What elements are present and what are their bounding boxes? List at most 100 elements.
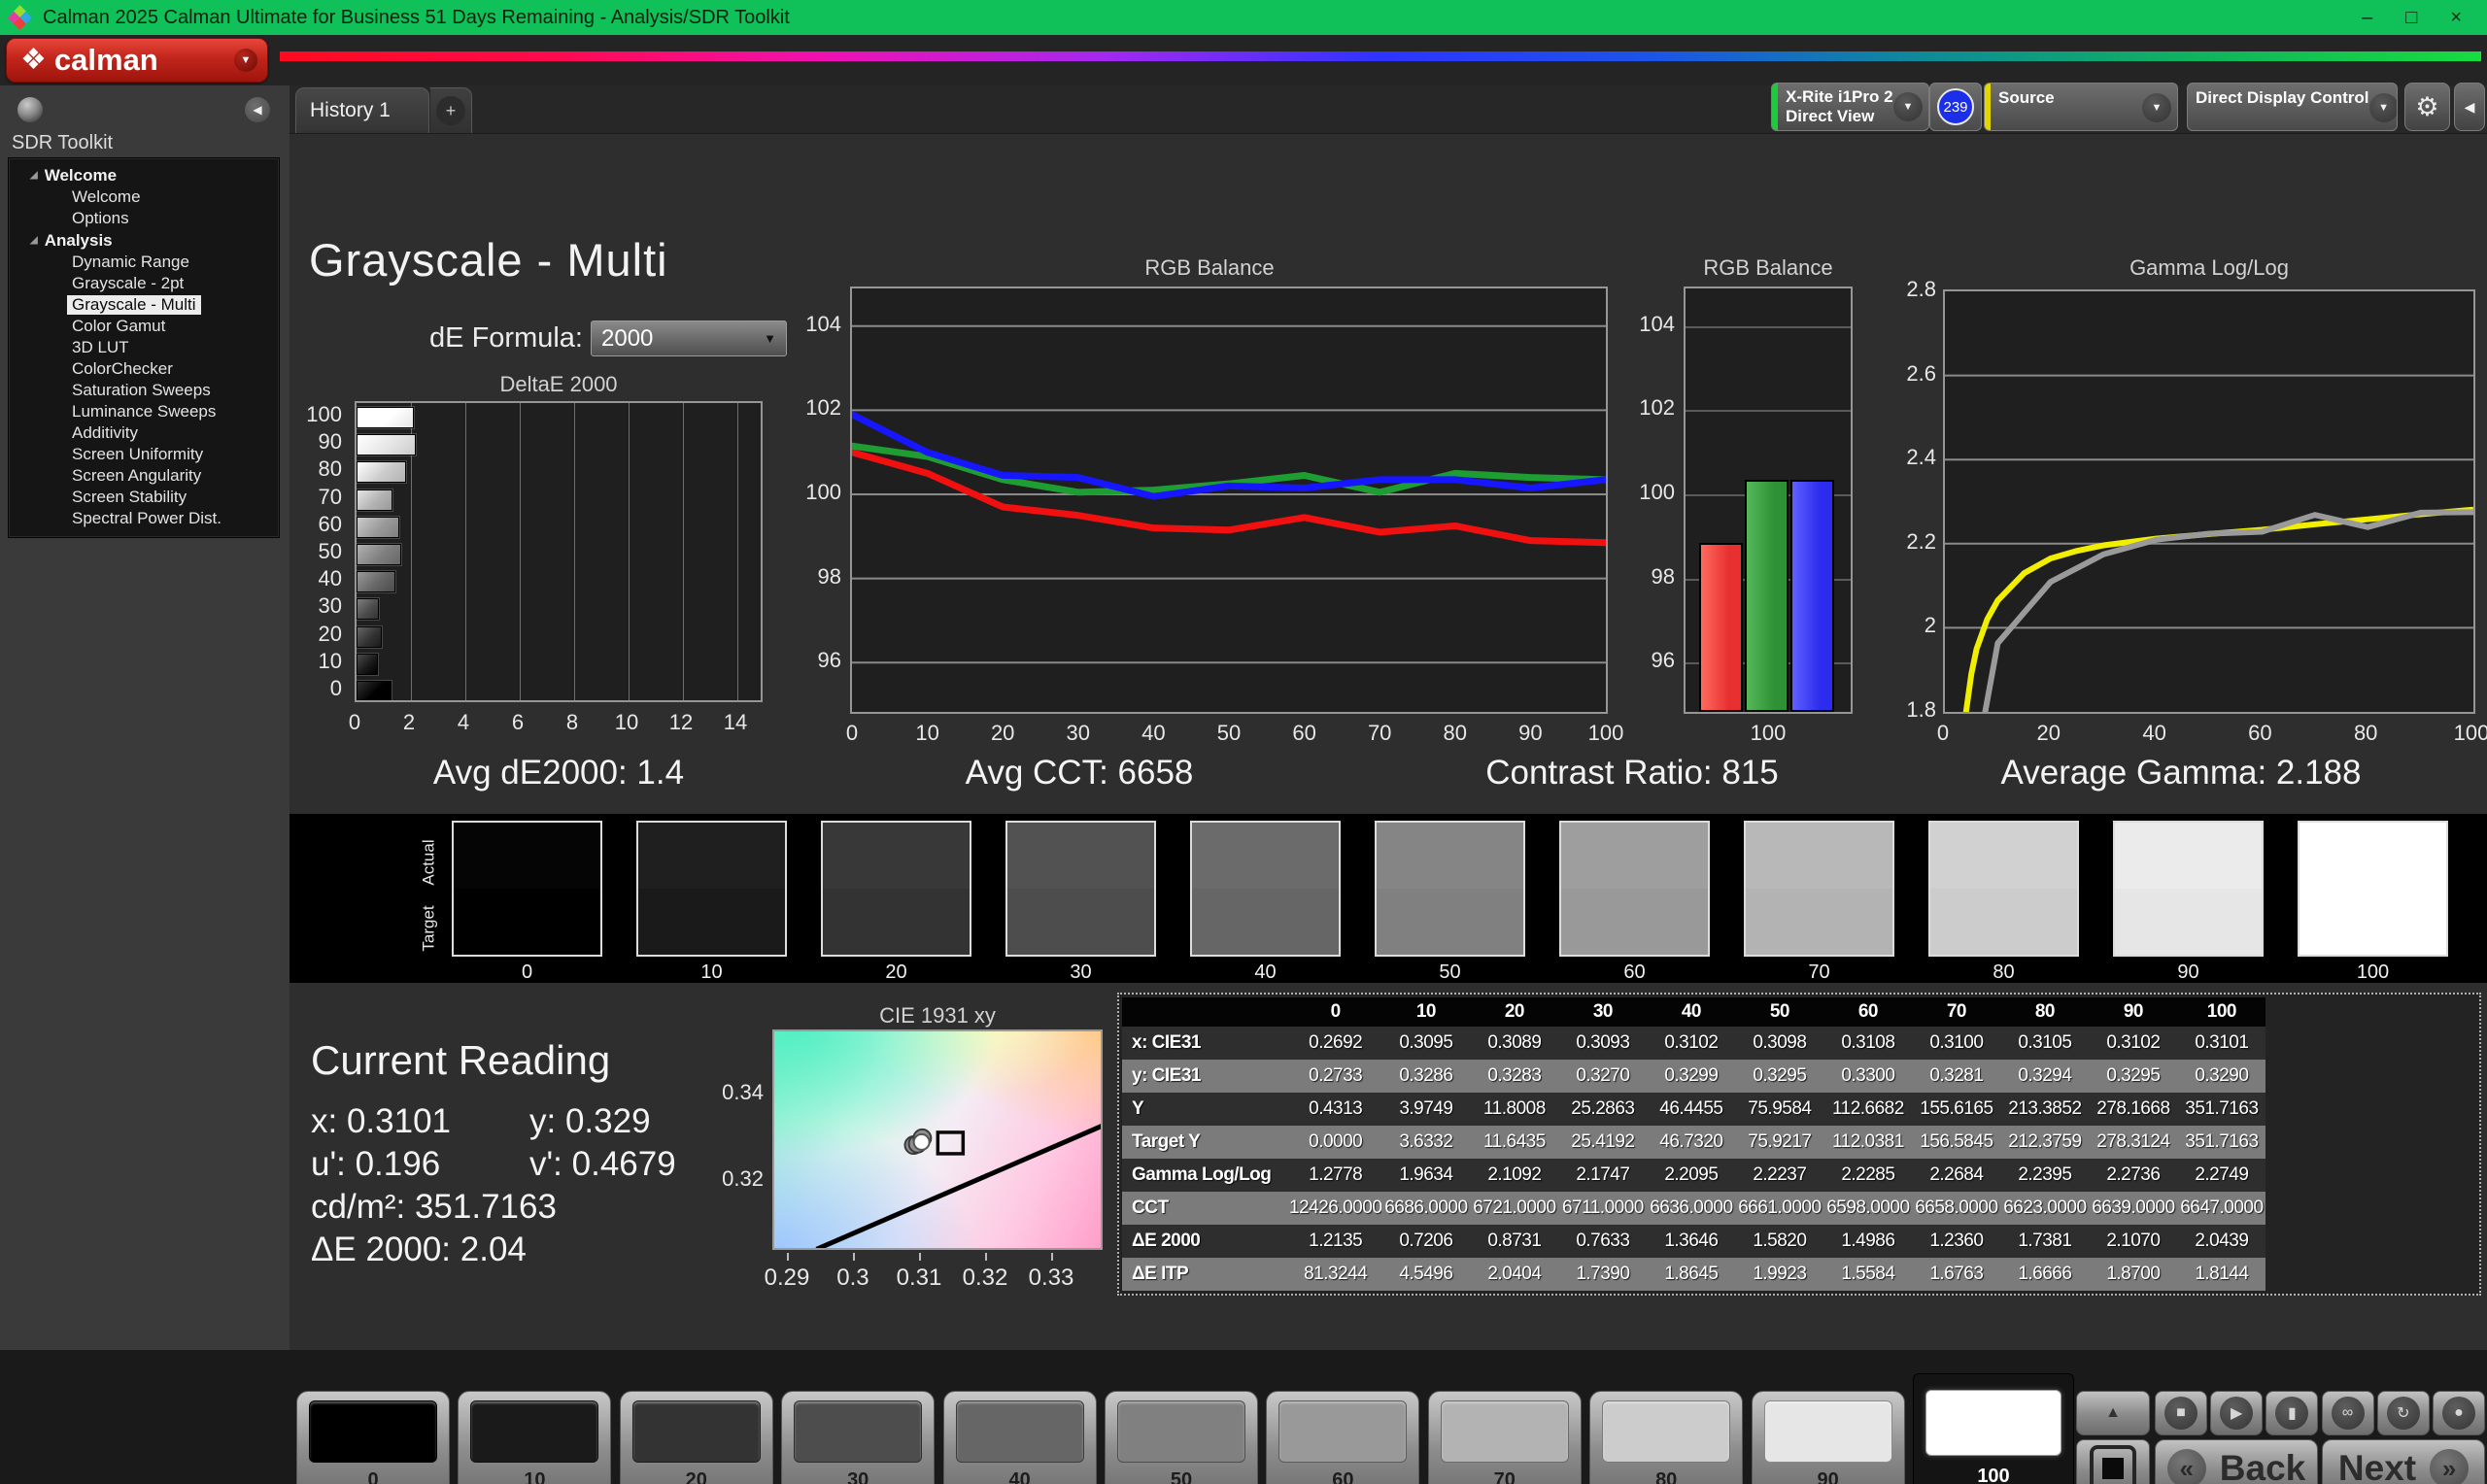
sidebar-collapse-button[interactable]: ◀ [245,97,270,122]
sidebar-item-3d-lut[interactable]: 3D LUT [9,337,279,358]
swatch-actual [2300,823,2446,889]
gamma-xtick: 0 [1937,721,1949,746]
gamma-loglog-chart [1943,289,2475,714]
brand-row: ❖ calman ▼ [0,35,2487,85]
sidebar-item-additivity[interactable]: Additivity [9,422,279,444]
back-button[interactable]: « Back [2155,1439,2318,1484]
row-label: Gamma Log/Log [1122,1159,1289,1192]
custom-patch-button[interactable] [2076,1439,2150,1484]
gridline [1686,326,1851,328]
cell-value: 1.4986 [1823,1225,1912,1258]
deltae-ytick: 60 [282,512,342,537]
refresh-button[interactable]: ↻ [2377,1391,2430,1435]
rgb-line-svg [852,288,1606,712]
patch-button-20[interactable]: 20 [620,1391,773,1484]
record-button[interactable]: ● [2433,1391,2485,1435]
table-row: x: CIE310.26920.30950.30890.30930.31020.… [1122,1027,2266,1060]
gridline [629,403,630,700]
source-dropdown[interactable]: Source ▼ [1984,83,2178,131]
swatch-target [823,889,970,955]
tab-history-1[interactable]: History 1 [295,87,429,133]
sidebar-item-luminance-sweeps[interactable]: Luminance Sweeps [9,401,279,422]
cell-value: 2.0404 [1470,1258,1558,1291]
cell-value: 2.2749 [2177,1159,2266,1192]
patch-button-90[interactable]: 90 [1752,1391,1905,1484]
play-button[interactable]: ▶ [2210,1391,2263,1435]
calman-menu-button[interactable]: ❖ calman ▼ [6,38,268,83]
add-tab-button[interactable]: + [429,87,472,133]
cell-value: 155.6165 [1912,1093,2000,1126]
swatch-target [1930,889,2077,955]
gridline [683,403,684,700]
tree-group-welcome[interactable]: ◢Welcome [9,164,279,186]
swatch-level-label: 10 [636,961,787,984]
reading-row: u': 0.196 [311,1145,440,1184]
sidebar-item-screen-stability[interactable]: Screen Stability [9,487,279,508]
tree-group-analysis[interactable]: ◢Analysis [9,229,279,252]
sidebar-item-dynamic-range[interactable]: Dynamic Range [9,252,279,273]
display-control-dropdown[interactable]: Direct Display Control ▼ [2187,83,2398,131]
sidebar-item-options[interactable]: Options [9,208,279,229]
pause-button[interactable]: ▮ [2266,1391,2318,1435]
patch-button-0[interactable]: 0 [296,1391,450,1484]
patch-button-50[interactable]: 50 [1105,1391,1258,1484]
sidebar-item-grayscale-2pt[interactable]: Grayscale - 2pt [9,273,279,294]
patch-button-10[interactable]: 10 [458,1391,611,1484]
swatch-level-label: 0 [452,961,602,984]
gridline [574,403,575,700]
cell-value: 351.7163 [2177,1126,2266,1159]
row-label: y: CIE31 [1122,1060,1289,1093]
swatch-actual [1561,823,1708,889]
cell-value: 1.6763 [1912,1258,2000,1291]
sphere-icon [17,97,43,122]
sidebar-item-spectral-power-dist-[interactable]: Spectral Power Dist. [9,508,279,529]
target-label: Target [420,905,439,951]
cell-value: 0.8731 [1470,1225,1558,1258]
gamma-ytick: 2.6 [1870,361,1936,387]
maximize-button[interactable]: □ [2405,7,2417,29]
patch-button-60[interactable]: 60 [1266,1391,1419,1484]
de-formula-select[interactable]: 2000 ▼ [591,320,787,356]
patch-button-80[interactable]: 80 [1589,1391,1743,1484]
sidebar-item-colorchecker[interactable]: ColorChecker [9,358,279,380]
sidebar-item-color-gamut[interactable]: Color Gamut [9,316,279,337]
cell-value: 0.3093 [1558,1027,1647,1060]
stop-button[interactable]: ■ [2155,1391,2207,1435]
minimize-button[interactable]: – [2362,7,2372,29]
sidebar-item-screen-uniformity[interactable]: Screen Uniformity [9,444,279,465]
meter-dropdown[interactable]: X-Rite i1Pro 2 Direct View ▼ [1771,83,1929,131]
sidebar-item-grayscale-multi[interactable]: Grayscale - Multi [9,294,279,316]
deltae-xtick: 10 [615,710,638,735]
sidebar-item-welcome[interactable]: Welcome [9,186,279,208]
deltae-ytick: 0 [282,676,342,701]
sidebar-item-saturation-sweeps[interactable]: Saturation Sweeps [9,380,279,401]
patch-swatch [470,1400,598,1463]
rgbline-xtick: 20 [991,721,1014,746]
close-button[interactable]: × [2450,7,2462,29]
cell-value: 1.2135 [1289,1225,1381,1258]
stat-contrast-ratio: Contrast Ratio: 815 [1485,754,1779,793]
rgbbar-red [1699,543,1743,712]
sidebar-item-screen-angularity[interactable]: Screen Angularity [9,465,279,487]
rgbline-xtick: 60 [1292,721,1315,746]
patch-button-100[interactable]: 100 [1913,1373,2074,1484]
next-button[interactable]: Next » [2322,1439,2485,1484]
swatch-50 [1375,821,1525,957]
loop-button[interactable]: ∞ [2322,1391,2374,1435]
cell-value: 6658.0000 [1912,1192,2000,1225]
patch-up-button[interactable]: ▲ [2076,1391,2150,1435]
panel-collapse-button[interactable]: ◀ [2454,83,2485,131]
left-triangle-icon: ◀ [2465,99,2475,116]
patch-button-30[interactable]: 30 [781,1391,935,1484]
settings-button[interactable]: ⚙ [2404,83,2450,131]
cell-value: 0.3102 [1647,1027,1735,1060]
patch-button-70[interactable]: 70 [1428,1391,1582,1484]
swatch-target [454,889,600,955]
patch-button-40[interactable]: 40 [943,1391,1097,1484]
tree-item-label: Screen Stability [67,488,191,507]
deltae-xtick: 2 [403,710,415,735]
row-label: ΔE ITP [1122,1258,1289,1291]
gridline [520,403,521,700]
rgbline-xtick: 30 [1067,721,1090,746]
reading-row-col2: y: 0.329 [529,1102,651,1141]
